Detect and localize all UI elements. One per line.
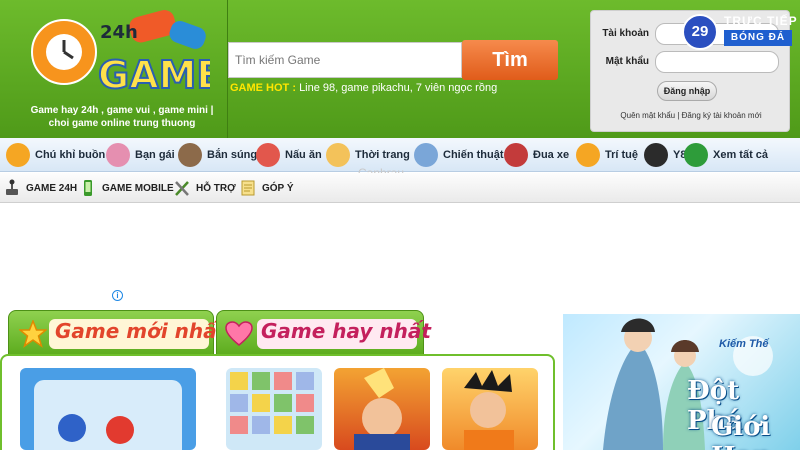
category-chu-khi-buon[interactable]: Chú khỉ buồn: [6, 138, 105, 172]
chef-icon: [256, 143, 280, 167]
category-ban-sung[interactable]: Bắn súng: [178, 138, 257, 172]
game-thumb-image: [464, 370, 514, 450]
menu-game-24h[interactable]: GAME 24H: [4, 173, 77, 203]
game-thumb-anime-fight[interactable]: [334, 368, 430, 450]
check-circle-icon: [684, 143, 708, 167]
category-label: Trí tuệ: [605, 149, 639, 161]
ad-info-icon[interactable]: i: [112, 290, 123, 301]
category-nau-an[interactable]: Nấu ăn: [256, 138, 322, 172]
menu-label: GAME MOBILE: [102, 182, 174, 194]
menu-label: GÓP Ý: [262, 182, 294, 194]
game-hot-list[interactable]: Line 98, game pikachu, 7 viên ngọc rồng: [299, 82, 497, 94]
category-label: Xem tất cả: [713, 149, 769, 161]
girl-icon: [106, 143, 130, 167]
game-thumb-dragon-ball[interactable]: [442, 368, 538, 450]
mobile-icon: [84, 180, 92, 196]
ad-line2: Giới Hạn: [711, 412, 771, 450]
password-label: Mật khẩu: [605, 56, 649, 67]
game-thumb-color-balls[interactable]: [20, 368, 196, 450]
register-link[interactable]: Đăng ký tài khoản mới: [682, 111, 762, 120]
gun-icon: [178, 143, 202, 167]
star-icon: [19, 320, 47, 348]
login-links-separator: |: [677, 111, 680, 120]
live-football-badge[interactable]: 29 TRỰC TIẾP BÓNG ĐÁ: [680, 12, 798, 52]
advertisement-banner[interactable]: Kiếm Thế Đột Phá Giới Hạn: [563, 314, 800, 450]
menu-label: HỖ TRỢ: [196, 182, 236, 194]
menu-label: GAME 24H: [26, 182, 78, 194]
badge-number: 29: [682, 14, 718, 50]
category-label: Chú khỉ buồn: [35, 149, 106, 161]
tab-hot-games[interactable]: Game hay nhất: [216, 310, 431, 358]
ad-brand: Kiếm Thế: [719, 338, 769, 350]
badge-line2: BÓNG ĐÁ: [724, 30, 792, 46]
menu-ho-tro[interactable]: HỖ TRỢ: [174, 173, 236, 203]
password-field[interactable]: [655, 51, 779, 73]
category-chien-thuat[interactable]: Chiến thuật: [414, 138, 504, 172]
category-label: Đua xe: [533, 149, 570, 161]
brain-icon: [576, 143, 600, 167]
search-input[interactable]: [228, 42, 462, 78]
tab-hot-games-label: Game hay nhất: [261, 319, 431, 343]
tab-new-games[interactable]: Game mới nhất: [8, 310, 226, 358]
category-label: Bạn gái: [135, 149, 175, 161]
category-label: Bắn súng: [207, 149, 258, 161]
game-thumb-image: [230, 372, 314, 434]
category-label: Chiến thuật: [443, 149, 504, 161]
password-row: Mật khẩu: [591, 51, 791, 73]
category-label: Nấu ăn: [285, 149, 322, 161]
heart-icon: [225, 321, 253, 346]
category-ban-gai[interactable]: Bạn gái: [106, 138, 175, 172]
header: 24h GAME Game hay 24h , game vui , game …: [0, 0, 800, 138]
monkey-icon: [6, 143, 30, 167]
category-tri-tue[interactable]: Trí tuệ: [576, 138, 638, 172]
logo-game: GAME: [98, 53, 210, 97]
category-xem-tat-ca[interactable]: Xem tất cả: [684, 138, 768, 172]
category-dua-xe[interactable]: Đua xe: [504, 138, 569, 172]
menu-game-mobile[interactable]: GAME MOBILE: [80, 173, 174, 203]
fashion-icon: [326, 143, 350, 167]
logo-24h: 24h: [100, 22, 138, 43]
login-links: Quên mật khẩu | Đăng ký tài khoản mới: [591, 111, 791, 120]
category-label: Thời trang: [355, 149, 410, 161]
search-button[interactable]: Tìm: [462, 40, 558, 80]
login-button[interactable]: Đăng nhập: [657, 81, 717, 101]
sword-icon: [414, 143, 438, 167]
car-icon: [504, 143, 528, 167]
forgot-password-link[interactable]: Quên mật khẩu: [620, 111, 675, 120]
logo-area: 24h GAME Game hay 24h , game vui , game …: [0, 0, 228, 138]
tagline: Game hay 24h , game vui , game mini | ch…: [30, 105, 214, 129]
joystick-icon: [6, 179, 18, 195]
game-thumb-image: [34, 380, 182, 450]
badge-line1: TRỰC TIẾP: [724, 14, 798, 28]
game-thumb-pikachu[interactable]: [226, 368, 322, 450]
game-thumb-image: [354, 368, 410, 450]
username-label: Tài khoản: [602, 28, 649, 39]
page: 24h GAME Game hay 24h , game vui , game …: [0, 0, 800, 450]
tools-icon: [175, 181, 189, 196]
y8-icon: [644, 143, 668, 167]
game-hot-label: GAME HOT :: [230, 82, 296, 94]
menu-bar: GAME 24H GAME MOBILE HỖ TRỢ GÓP Ý: [0, 173, 800, 203]
feedback-icon: [241, 180, 255, 196]
site-logo[interactable]: 24h GAME: [30, 8, 210, 98]
category-y8[interactable]: Y8: [644, 138, 686, 172]
menu-gop-y[interactable]: GÓP Ý: [240, 173, 294, 203]
game-hot: GAME HOT : Line 98, game pikachu, 7 viên…: [230, 82, 580, 94]
tab-new-games-label: Game mới nhất: [55, 319, 227, 343]
